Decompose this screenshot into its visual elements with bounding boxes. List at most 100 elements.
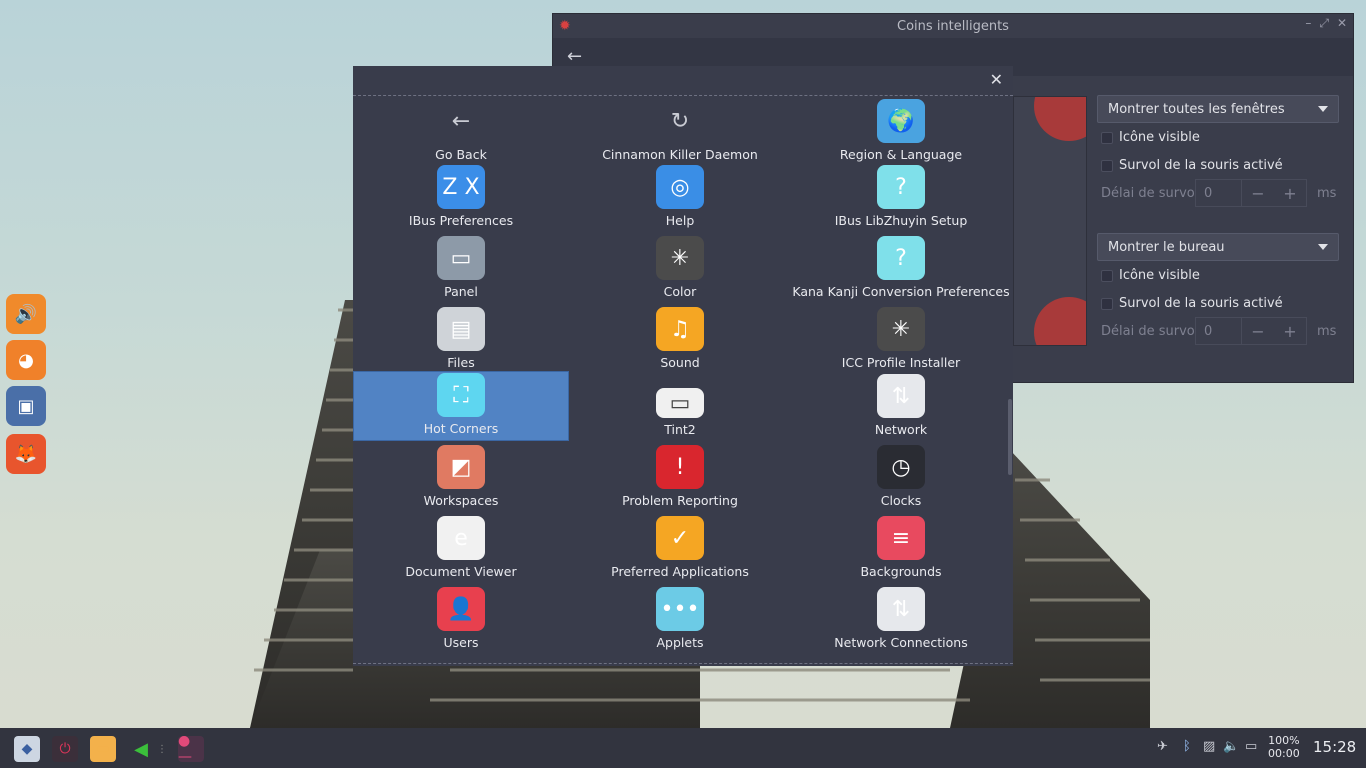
app-tile[interactable]: ✳ ICC Profile Installer [793, 304, 1009, 374]
filing-cabinet-icon: ▤ [437, 307, 485, 351]
unit-label: ms [1317, 324, 1337, 339]
app-tile[interactable]: ▤ Files [353, 304, 569, 374]
running-app-icon[interactable]: ●— [178, 733, 204, 765]
folder-icon[interactable]: ▬ [90, 736, 116, 762]
increment-button[interactable]: + [1274, 184, 1306, 203]
chevron-down-icon [1318, 106, 1328, 112]
spinner-value[interactable]: 0 [1196, 180, 1242, 206]
speaker-icon[interactable]: 🔊 [6, 294, 46, 334]
separator: ⋮ [157, 743, 167, 755]
hover-delay-spinner[interactable]: 0 − + [1195, 179, 1307, 207]
checkbox-box[interactable] [1101, 297, 1113, 310]
back-arrow-icon[interactable]: ← [567, 46, 582, 67]
maximize-button[interactable]: ⤢ [1319, 16, 1329, 31]
hover-delay-label: Délai de survol [1101, 324, 1198, 339]
app-tile[interactable]: ! Problem Reporting [572, 442, 788, 512]
checkbox-box[interactable] [1101, 269, 1113, 282]
decrement-button[interactable]: − [1242, 322, 1274, 341]
app-label: Network [874, 422, 928, 437]
icon-visible-checkbox[interactable]: Icône visible [1101, 268, 1200, 283]
volume-icon[interactable]: 🔈 [1223, 739, 1239, 754]
bluetooth-icon[interactable]: ᛒ [1183, 739, 1191, 754]
power-icon[interactable]: ⏻ [52, 736, 78, 762]
battery-icon[interactable]: ▭ [1245, 739, 1257, 754]
app-tile[interactable]: ↻ Cinnamon Killer Daemon [572, 96, 788, 166]
firefox-icon[interactable]: 🦊 [6, 434, 46, 474]
close-icon[interactable]: ✕ [990, 70, 1003, 89]
app-tile[interactable]: ◎ Help [572, 162, 788, 232]
scrollbar[interactable] [1008, 399, 1012, 475]
app-tile[interactable]: ▭ Panel [353, 233, 569, 303]
app-tile[interactable]: ⇅ Network [793, 371, 1009, 441]
question-icon: ? [877, 165, 925, 209]
label-text: Délai de survol [1101, 324, 1199, 339]
bottom-separator [353, 663, 1013, 664]
app-tile[interactable]: ◷ Clocks [793, 442, 1009, 512]
app-label: IBus Preferences [408, 213, 514, 228]
corner-action-dropdown[interactable]: Montrer le bureau [1097, 233, 1339, 261]
app-tile[interactable]: ? IBus LibZhuyin Setup [793, 162, 1009, 232]
clock[interactable]: 15:28 [1313, 738, 1356, 756]
app-label: Files [447, 355, 475, 370]
storage-icon[interactable]: ▨ [1203, 739, 1215, 754]
taskbar: ◆ ⏻ ▬ ◀ ⋮ ●— ✈ ᛒ ▨ 🔈 ▭ 100% 00:00 15:28 [0, 728, 1366, 768]
arrow-app-icon[interactable]: ◀ [128, 736, 154, 762]
app-label: Color [663, 284, 697, 299]
hover-delay-spinner[interactable]: 0 − + [1195, 317, 1307, 345]
app-label: Sound [660, 355, 700, 370]
corner-action-dropdown[interactable]: Montrer toutes les fenêtres [1097, 95, 1339, 123]
panel-icon: ▭ [437, 236, 485, 280]
app-tile[interactable]: ✳ Color [572, 233, 788, 303]
increment-button[interactable]: + [1274, 322, 1306, 341]
hot-corners-icon: ⛶ [437, 373, 485, 417]
app-label: Problem Reporting [622, 493, 738, 508]
app-label: IBus LibZhuyin Setup [834, 213, 968, 228]
globe-app-icon[interactable]: ◕ [6, 340, 46, 380]
hover-enabled-checkbox[interactable]: Survol de la souris activé [1101, 158, 1283, 173]
app-tile[interactable]: ✓ Preferred Applications [572, 513, 788, 583]
app-tile[interactable]: ? Kana Kanji Conversion Preferences [792, 233, 1010, 303]
hover-enabled-checkbox[interactable]: Survol de la souris activé [1101, 296, 1283, 311]
app-tile[interactable]: ▭ Tint2 [572, 371, 788, 441]
network-off-icon[interactable]: ✈ [1157, 739, 1168, 754]
checkbox-box[interactable] [1101, 159, 1113, 172]
app-tile[interactable]: ≡ Backgrounds [793, 513, 1009, 583]
checkbox-box[interactable] [1101, 131, 1113, 144]
app-tile[interactable]: ← Go Back [353, 96, 569, 166]
battery-status[interactable]: 100% 00:00 [1268, 734, 1300, 760]
app-tile[interactable]: ♫ Sound [572, 304, 788, 374]
app-label: Go Back [435, 147, 487, 162]
window-controls: – ⤢ ✕ [1305, 16, 1347, 31]
unit-label: ms [1317, 186, 1337, 201]
music-note-icon: ♫ [656, 307, 704, 351]
close-button[interactable]: ✕ [1337, 16, 1347, 31]
menu-icon[interactable]: ◆ [14, 736, 40, 762]
app-label: Region & Language [839, 147, 963, 162]
lifebuoy-icon: ◎ [656, 165, 704, 209]
network-connections-icon: ⇅ [877, 587, 925, 631]
network-arrows-icon: ⇅ [877, 374, 925, 418]
app-tile[interactable]: ◩ Workspaces [353, 442, 569, 512]
app-tile[interactable]: ••• Applets [572, 584, 788, 654]
app-tile[interactable]: e Document Viewer [353, 513, 569, 583]
checkbox-label: Survol de la souris activé [1119, 158, 1283, 173]
battery-percent: 100% [1268, 734, 1300, 747]
app-label: Preferred Applications [611, 564, 749, 579]
decrement-button[interactable]: − [1242, 184, 1274, 203]
app-tile[interactable]: Z X IBus Preferences [353, 162, 569, 232]
workspaces-icon: ◩ [437, 445, 485, 489]
dropdown-value: Montrer le bureau [1108, 239, 1225, 255]
document-viewer-icon: e [437, 516, 485, 560]
minimize-button[interactable]: – [1305, 16, 1311, 31]
media-player-icon[interactable]: ▣ [6, 386, 46, 426]
color-wheel-icon: ✳ [877, 307, 925, 351]
app-label: Clocks [880, 493, 922, 508]
app-tile[interactable]: ⛶ Hot Corners [353, 371, 569, 441]
app-tile[interactable]: ⇅ Network Connections [793, 584, 1009, 654]
app-label: Network Connections [834, 635, 968, 650]
app-tile[interactable]: 🌍 Region & Language [793, 96, 1009, 166]
app-tile[interactable]: 👤 Users [353, 584, 569, 654]
app-label: Cinnamon Killer Daemon [602, 147, 758, 162]
spinner-value[interactable]: 0 [1196, 318, 1242, 344]
icon-visible-checkbox[interactable]: Icône visible [1101, 130, 1200, 145]
